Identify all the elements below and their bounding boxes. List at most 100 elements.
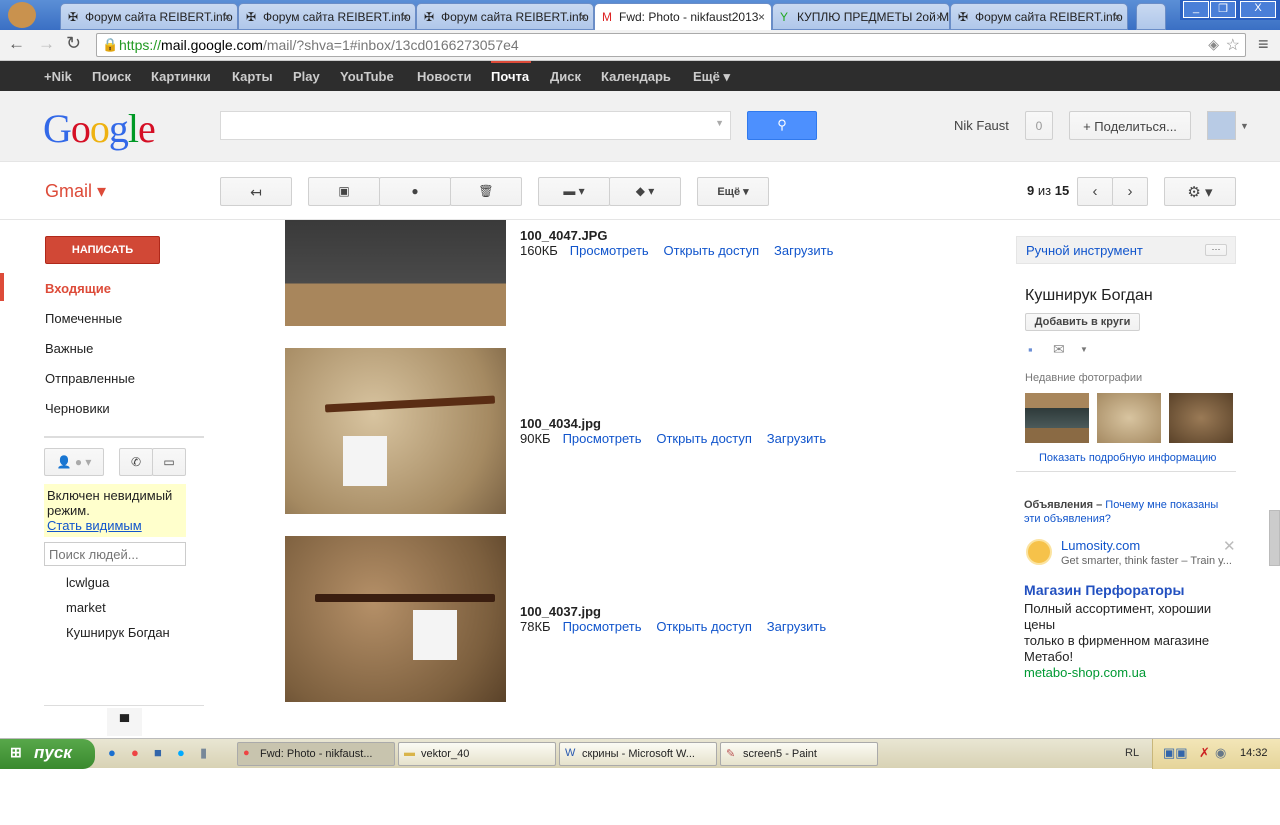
browser-tab[interactable]: Y КУПЛЮ ПРЕДМЕТЫ 2ой МВ × [772, 3, 950, 30]
close-icon[interactable]: ✕ [1223, 537, 1236, 555]
people-search-input[interactable] [44, 542, 186, 566]
share-link[interactable]: Открыть доступ [656, 619, 752, 634]
close-tab-icon[interactable]: × [580, 10, 587, 24]
browser-tab[interactable]: ✠ Форум сайта REIBERT.info × [238, 3, 416, 30]
ie-icon[interactable]: ● [108, 745, 116, 760]
nav-search[interactable]: Поиск [92, 69, 131, 84]
become-visible-link[interactable]: Стать видимым [47, 518, 142, 533]
attachment-thumbnail[interactable] [285, 536, 506, 702]
compose-button[interactable]: НАПИСАТЬ [45, 236, 160, 264]
browser-tab[interactable]: ✠ Форум сайта REIBERT.info × [416, 3, 594, 30]
bookmark-star-icon[interactable]: ☆ [1226, 35, 1240, 55]
browser-tab[interactable]: ✠ Форум сайта REIBERT.info × [60, 3, 238, 30]
add-to-circles-button[interactable]: Добавить в круги [1025, 313, 1140, 331]
folder-sent[interactable]: Отправленные [45, 371, 135, 386]
skype-icon[interactable]: ● [177, 745, 185, 760]
volume-icon[interactable]: ◉ [1215, 745, 1226, 761]
extension-icon[interactable]: ◈ [1208, 36, 1219, 53]
taskbar-window-folder[interactable]: ▬ vektor_40 [398, 742, 556, 766]
nav-news[interactable]: Новости [417, 69, 472, 84]
language-indicator[interactable]: RL [1125, 747, 1139, 759]
taskbar-window-word[interactable]: Wскрины - Microsoft W... [559, 742, 717, 766]
ad-title[interactable]: Lumosity.com [1061, 538, 1140, 553]
close-tab-icon[interactable]: × [224, 10, 231, 24]
browser-icon[interactable]: ■ [154, 745, 162, 760]
url-input[interactable]: 🔒 https://mail.google.com/mail/?shva=1#i… [96, 33, 1246, 57]
more-button[interactable]: Ещё ▾ [697, 177, 769, 206]
move-to-button[interactable]: ▬ ▾ [538, 177, 610, 206]
close-tab-icon[interactable]: × [1114, 10, 1121, 24]
chat-button[interactable]: ▭ [152, 448, 186, 476]
labels-button[interactable]: ◆ ▾ [609, 177, 681, 206]
close-window-button[interactable]: X [1240, 1, 1276, 18]
folder-important[interactable]: Важные [45, 341, 93, 356]
download-link[interactable]: Загрузить [767, 431, 826, 446]
close-tab-icon[interactable]: × [402, 10, 409, 24]
calculator-icon[interactable]: ▮ [200, 745, 207, 761]
view-link[interactable]: Просмотреть [563, 619, 642, 634]
download-link[interactable]: Загрузить [774, 243, 833, 258]
contact-item[interactable]: lcwlgua [66, 575, 109, 590]
network-icon[interactable]: ▣▣ [1163, 745, 1188, 761]
close-tab-icon[interactable]: × [936, 10, 943, 24]
share-link[interactable]: Открыть доступ [656, 431, 752, 446]
search-button[interactable]: ⚲ [747, 111, 817, 140]
newer-button[interactable]: ‹ [1077, 177, 1113, 206]
search-input[interactable]: ▼ [220, 111, 731, 140]
settings-button[interactable]: ⚙ ▾ [1164, 177, 1236, 206]
minimize-button[interactable]: _ [1183, 1, 1209, 18]
share-button[interactable]: + Поделиться... [1069, 111, 1191, 140]
taskbar-window-paint[interactable]: ✎ screen5 - Paint [720, 742, 878, 766]
archive-button[interactable]: ▣ [308, 177, 380, 206]
nav-mail[interactable]: Почта [491, 69, 529, 84]
view-link[interactable]: Просмотреть [563, 431, 642, 446]
back-to-inbox-button[interactable]: ↤ [220, 177, 292, 206]
chevron-down-icon[interactable]: ▼ [715, 118, 724, 128]
taskbar-window-chrome[interactable]: ● Fwd: Photo - nikfaust... [237, 742, 395, 766]
ad-title[interactable]: Магазин Перфораторы [1024, 582, 1184, 598]
recent-photo[interactable] [1169, 393, 1233, 443]
menu-icon[interactable]: ≡ [1258, 34, 1269, 55]
ad-url[interactable]: metabo-shop.com.ua [1024, 665, 1224, 681]
folder-inbox[interactable]: Входящие [45, 281, 111, 296]
browser-tab-active[interactable]: M Fwd: Photo - nikfaust2013 × [594, 3, 772, 30]
chevron-down-icon[interactable]: ▼ [1080, 345, 1088, 354]
report-spam-button[interactable]: ● [379, 177, 451, 206]
scrollbar-thumb[interactable] [1269, 510, 1280, 566]
nav-images[interactable]: Картинки [151, 69, 211, 84]
recent-photo[interactable] [1025, 393, 1089, 443]
close-tab-icon[interactable]: × [758, 10, 765, 24]
nav-plus[interactable]: +Nik [44, 69, 72, 84]
browser-tab[interactable]: ✠ Форум сайта REIBERT.info × [950, 3, 1128, 30]
recent-photo[interactable] [1097, 393, 1161, 443]
nav-drive[interactable]: Диск [550, 69, 581, 84]
folder-starred[interactable]: Помеченные [45, 311, 122, 326]
download-link[interactable]: Загрузить [767, 619, 826, 634]
forward-icon[interactable]: → [38, 34, 55, 54]
mail-icon[interactable]: ✉ [1053, 341, 1065, 358]
reload-icon[interactable]: ↻ [66, 33, 81, 54]
nav-play[interactable]: Play [293, 69, 320, 84]
back-icon[interactable]: ← [8, 34, 25, 54]
share-link[interactable]: Открыть доступ [664, 243, 760, 258]
chat-status-button[interactable]: 👤 ● ▾ [44, 448, 104, 476]
chevron-down-icon[interactable]: ▼ [1240, 121, 1249, 131]
delete-button[interactable]: 🗑 [450, 177, 522, 206]
profile-avatar-icon[interactable] [8, 2, 36, 28]
restore-button[interactable]: ❐ [1210, 1, 1236, 18]
chat-toggle-button[interactable]: ▀ [107, 708, 142, 736]
older-button[interactable]: › [1112, 177, 1148, 206]
gmail-menu[interactable]: Gmail ▾ [45, 181, 106, 202]
attachment-thumbnail[interactable] [285, 348, 506, 514]
nav-maps[interactable]: Карты [232, 69, 273, 84]
google-logo[interactable]: Google [43, 105, 156, 152]
network-disconnected-icon[interactable]: ✗ [1199, 745, 1210, 761]
nav-more[interactable]: Ещё ▾ [693, 69, 730, 85]
attachment-thumbnail[interactable] [285, 220, 506, 326]
call-button[interactable]: ✆ [119, 448, 153, 476]
nav-calendar[interactable]: Календарь [601, 69, 671, 84]
more-options-icon[interactable]: ··· [1205, 244, 1227, 256]
avatar[interactable] [1207, 111, 1236, 140]
label-box[interactable]: Ручной инструмент ··· [1016, 236, 1236, 264]
start-button[interactable]: ⊞ пуск [0, 739, 95, 769]
